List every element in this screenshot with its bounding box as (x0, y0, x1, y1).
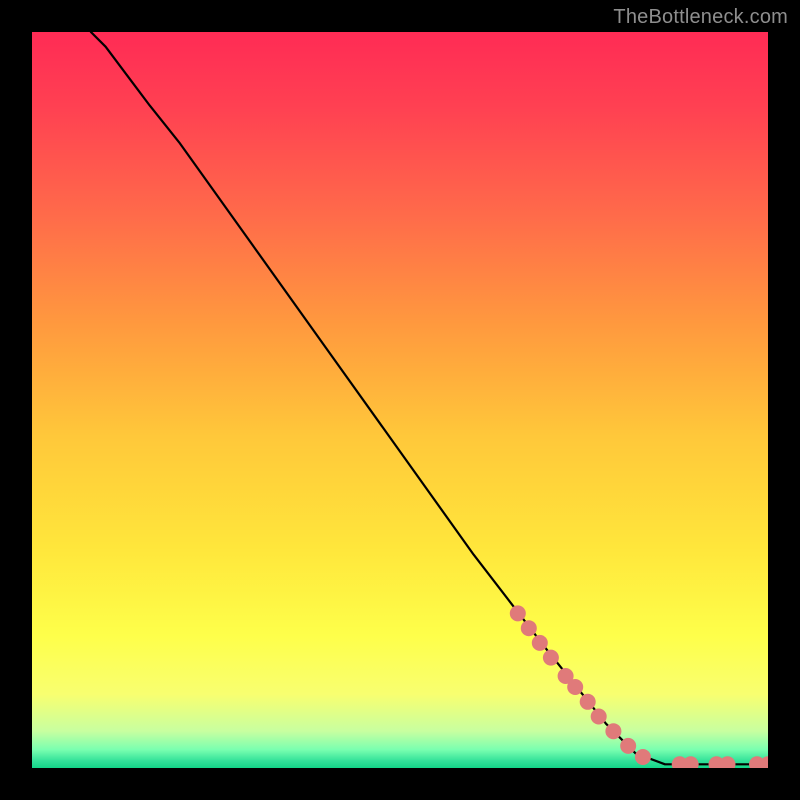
data-point (567, 679, 583, 695)
data-point (510, 605, 526, 621)
data-point (620, 738, 636, 754)
data-point (683, 756, 699, 768)
attribution-text: TheBottleneck.com (613, 6, 788, 29)
chart-plot-area (32, 32, 768, 768)
data-point (720, 756, 736, 768)
data-point (521, 620, 537, 636)
chart-svg (32, 32, 768, 768)
curve-line (91, 32, 768, 764)
scatter-points (510, 605, 768, 768)
data-point (591, 709, 607, 725)
data-point (580, 694, 596, 710)
data-point (543, 650, 559, 666)
data-point (605, 723, 621, 739)
data-point (635, 749, 651, 765)
data-point (532, 635, 548, 651)
